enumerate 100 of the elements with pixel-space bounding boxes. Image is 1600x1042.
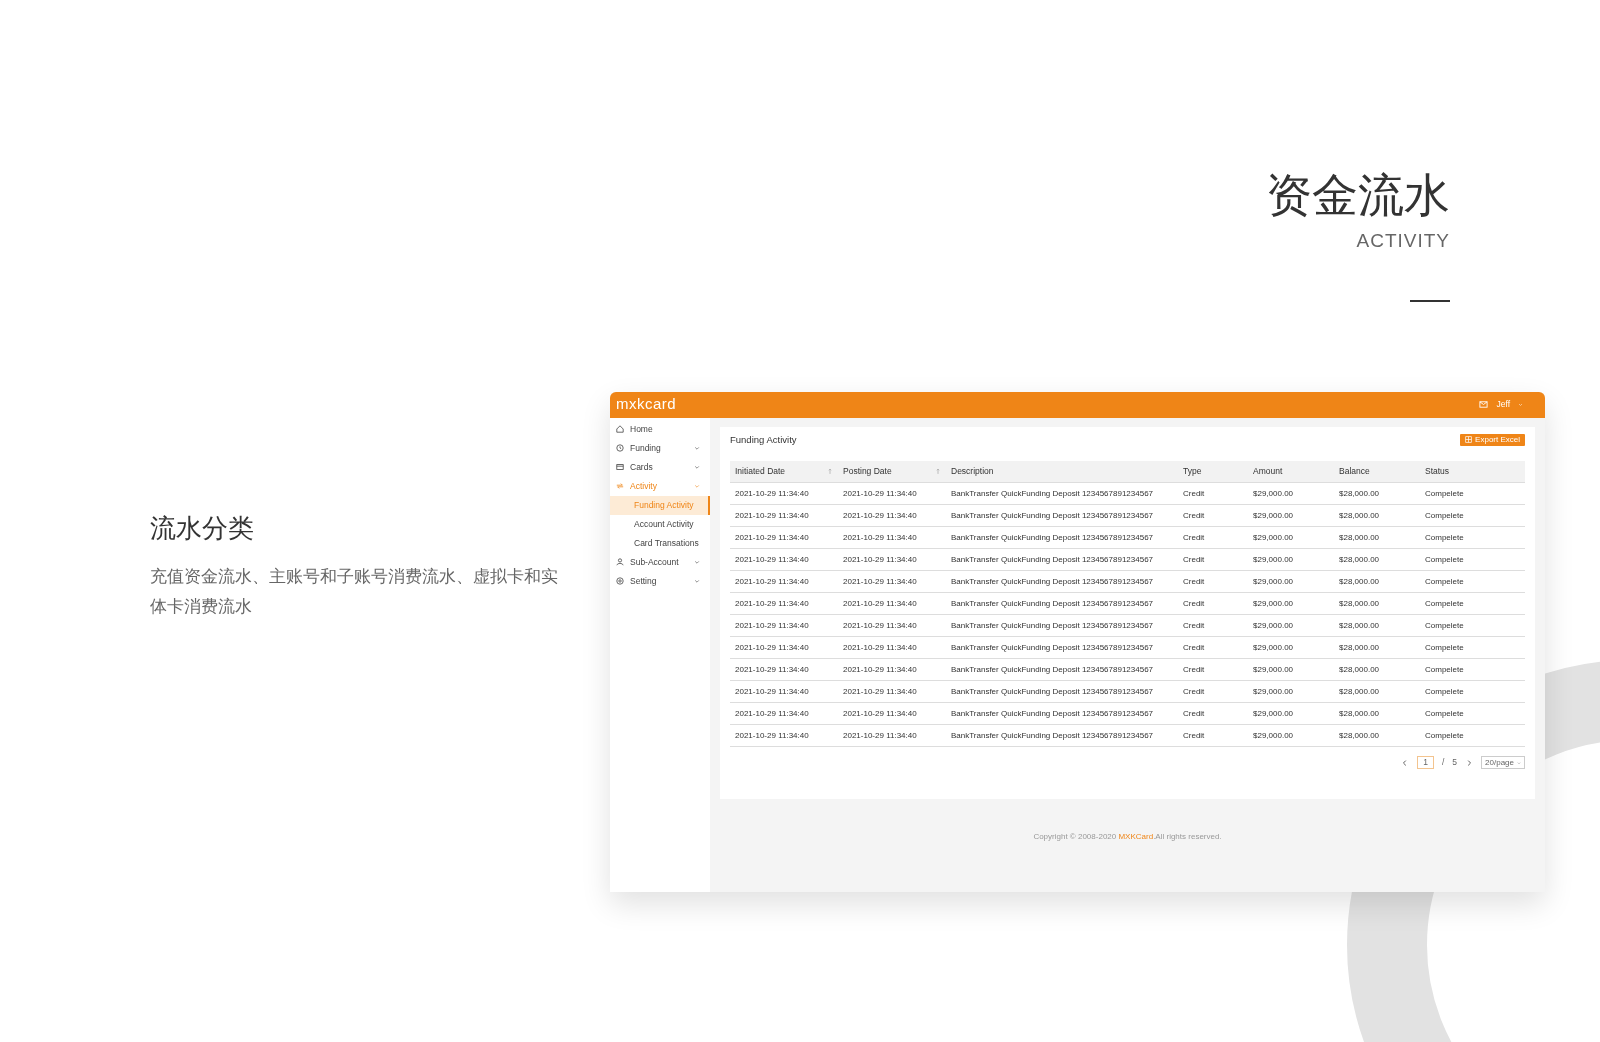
table-cell: BankTransfer QuickFunding Deposit 1234567891234567 — [946, 636, 1178, 659]
table-cell: $28,000.00 — [1334, 636, 1420, 659]
card-icon — [616, 463, 624, 472]
column-header[interactable]: Posting Date — [838, 460, 946, 483]
sidebar-item[interactable]: Funding — [610, 438, 710, 458]
table-cell: $28,000.00 — [1334, 724, 1420, 747]
table-cell: Compelete — [1420, 482, 1525, 505]
table-cell: $29,000.00 — [1248, 614, 1334, 637]
table-cell: $28,000.00 — [1334, 526, 1420, 549]
sidebar-item[interactable]: Cards — [610, 457, 710, 477]
table-cell: BankTransfer QuickFunding Deposit 1234567891234567 — [946, 592, 1178, 615]
chevron-down-icon — [694, 445, 700, 452]
sidebar-subitem[interactable]: Account Activity — [610, 514, 710, 534]
table-cell: 2021-10-29 11:34:40 — [838, 548, 946, 571]
table-cell: Compelete — [1420, 504, 1525, 527]
table-cell: 2021-10-29 11:34:40 — [730, 548, 838, 571]
column-header: Status — [1420, 460, 1525, 483]
table-cell: Compelete — [1420, 724, 1525, 747]
table-cell: Compelete — [1420, 636, 1525, 659]
table-cell: $29,000.00 — [1248, 482, 1334, 505]
sort-icon — [935, 467, 941, 475]
section-title: 资金流水 — [1266, 168, 1450, 224]
table-cell: Compelete — [1420, 570, 1525, 593]
table-cell: 2021-10-29 11:34:40 — [838, 482, 946, 505]
page-separator: / — [1441, 756, 1445, 770]
chevron-right-icon — [1465, 758, 1474, 767]
table-cell: $29,000.00 — [1248, 592, 1334, 615]
sort-icon — [827, 467, 833, 475]
table-cell: 2021-10-29 11:34:40 — [730, 592, 838, 615]
table-cell: Compelete — [1420, 658, 1525, 681]
column-header[interactable]: Initiated Date — [730, 460, 838, 483]
table-cell: $29,000.00 — [1248, 504, 1334, 527]
table-cell: 2021-10-29 11:34:40 — [730, 482, 838, 505]
table-cell: BankTransfer QuickFunding Deposit 1234567891234567 — [946, 482, 1178, 505]
table-cell: 2021-10-29 11:34:40 — [730, 680, 838, 703]
table-cell: Compelete — [1420, 526, 1525, 549]
clock-icon — [616, 444, 624, 453]
table-cell: Compelete — [1420, 614, 1525, 637]
table-cell: BankTransfer QuickFunding Deposit 1234567891234567 — [946, 548, 1178, 571]
table-cell: Credit — [1178, 592, 1248, 615]
table-cell: Credit — [1178, 614, 1248, 637]
total-pages: 5 — [1452, 756, 1458, 770]
sidebar-item[interactable]: Setting — [610, 571, 710, 591]
table-cell: BankTransfer QuickFunding Deposit 1234567891234567 — [946, 504, 1178, 527]
table-cell: $29,000.00 — [1248, 724, 1334, 747]
table-cell: $28,000.00 — [1334, 658, 1420, 681]
table-cell: 2021-10-29 11:34:40 — [838, 680, 946, 703]
home-icon — [616, 425, 624, 434]
table-cell: 2021-10-29 11:34:40 — [838, 592, 946, 615]
table-cell: $28,000.00 — [1334, 680, 1420, 703]
table-cell: 2021-10-29 11:34:40 — [730, 636, 838, 659]
table-cell: $29,000.00 — [1248, 658, 1334, 681]
current-page[interactable]: 1 — [1417, 756, 1434, 770]
table-cell: $29,000.00 — [1248, 636, 1334, 659]
column-header: Amount — [1248, 460, 1334, 483]
table-cell: $29,000.00 — [1248, 548, 1334, 571]
table-cell: Credit — [1178, 526, 1248, 549]
table-cell: Credit — [1178, 636, 1248, 659]
table-cell: $28,000.00 — [1334, 570, 1420, 593]
table-cell: $28,000.00 — [1334, 614, 1420, 637]
table-cell: 2021-10-29 11:34:40 — [730, 658, 838, 681]
table-cell: $28,000.00 — [1334, 592, 1420, 615]
table-cell: Compelete — [1420, 548, 1525, 571]
table-cell: Compelete — [1420, 680, 1525, 703]
column-header: Description — [946, 460, 1178, 483]
spreadsheet-icon — [1465, 436, 1473, 444]
chevron-down-icon — [694, 578, 700, 585]
table-cell: BankTransfer QuickFunding Deposit 1234567891234567 — [946, 702, 1178, 725]
table-cell: 2021-10-29 11:34:40 — [838, 636, 946, 659]
table-cell: $29,000.00 — [1248, 570, 1334, 593]
table-cell: BankTransfer QuickFunding Deposit 1234567891234567 — [946, 570, 1178, 593]
table-cell: 2021-10-29 11:34:40 — [730, 724, 838, 747]
table-cell: $29,000.00 — [1248, 526, 1334, 549]
table-cell: 2021-10-29 11:34:40 — [730, 702, 838, 725]
column-header: Type — [1178, 460, 1248, 483]
caret-icon — [1518, 402, 1523, 408]
table-cell: $28,000.00 — [1334, 548, 1420, 571]
chevron-down-icon — [694, 483, 700, 490]
table-cell: 2021-10-29 11:34:40 — [730, 504, 838, 527]
table-cell: BankTransfer QuickFunding Deposit 1234567891234567 — [946, 680, 1178, 703]
table-cell: Compelete — [1420, 592, 1525, 615]
feature-title: 流水分类 — [150, 511, 255, 545]
table-cell: Credit — [1178, 504, 1248, 527]
chevron-down-icon — [694, 464, 700, 471]
table-cell: Credit — [1178, 702, 1248, 725]
chevron-down-icon — [694, 559, 700, 566]
sidebar-item[interactable]: Sub-Account — [610, 552, 710, 572]
table-cell: Credit — [1178, 658, 1248, 681]
arrows-icon — [616, 482, 624, 491]
table-cell: BankTransfer QuickFunding Deposit 1234567891234567 — [946, 614, 1178, 637]
page-size-select[interactable]: 20/page — [1481, 756, 1525, 770]
mail-icon — [1479, 400, 1489, 410]
table-cell: Credit — [1178, 724, 1248, 747]
table-cell: $29,000.00 — [1248, 680, 1334, 703]
sidebar-subitem[interactable]: Card Transations — [610, 533, 710, 553]
table-cell: BankTransfer QuickFunding Deposit 1234567891234567 — [946, 724, 1178, 747]
sidebar-item[interactable]: Home — [610, 419, 710, 439]
table-cell: 2021-10-29 11:34:40 — [838, 570, 946, 593]
table-cell: $28,000.00 — [1334, 702, 1420, 725]
table-cell: BankTransfer QuickFunding Deposit 1234567891234567 — [946, 658, 1178, 681]
